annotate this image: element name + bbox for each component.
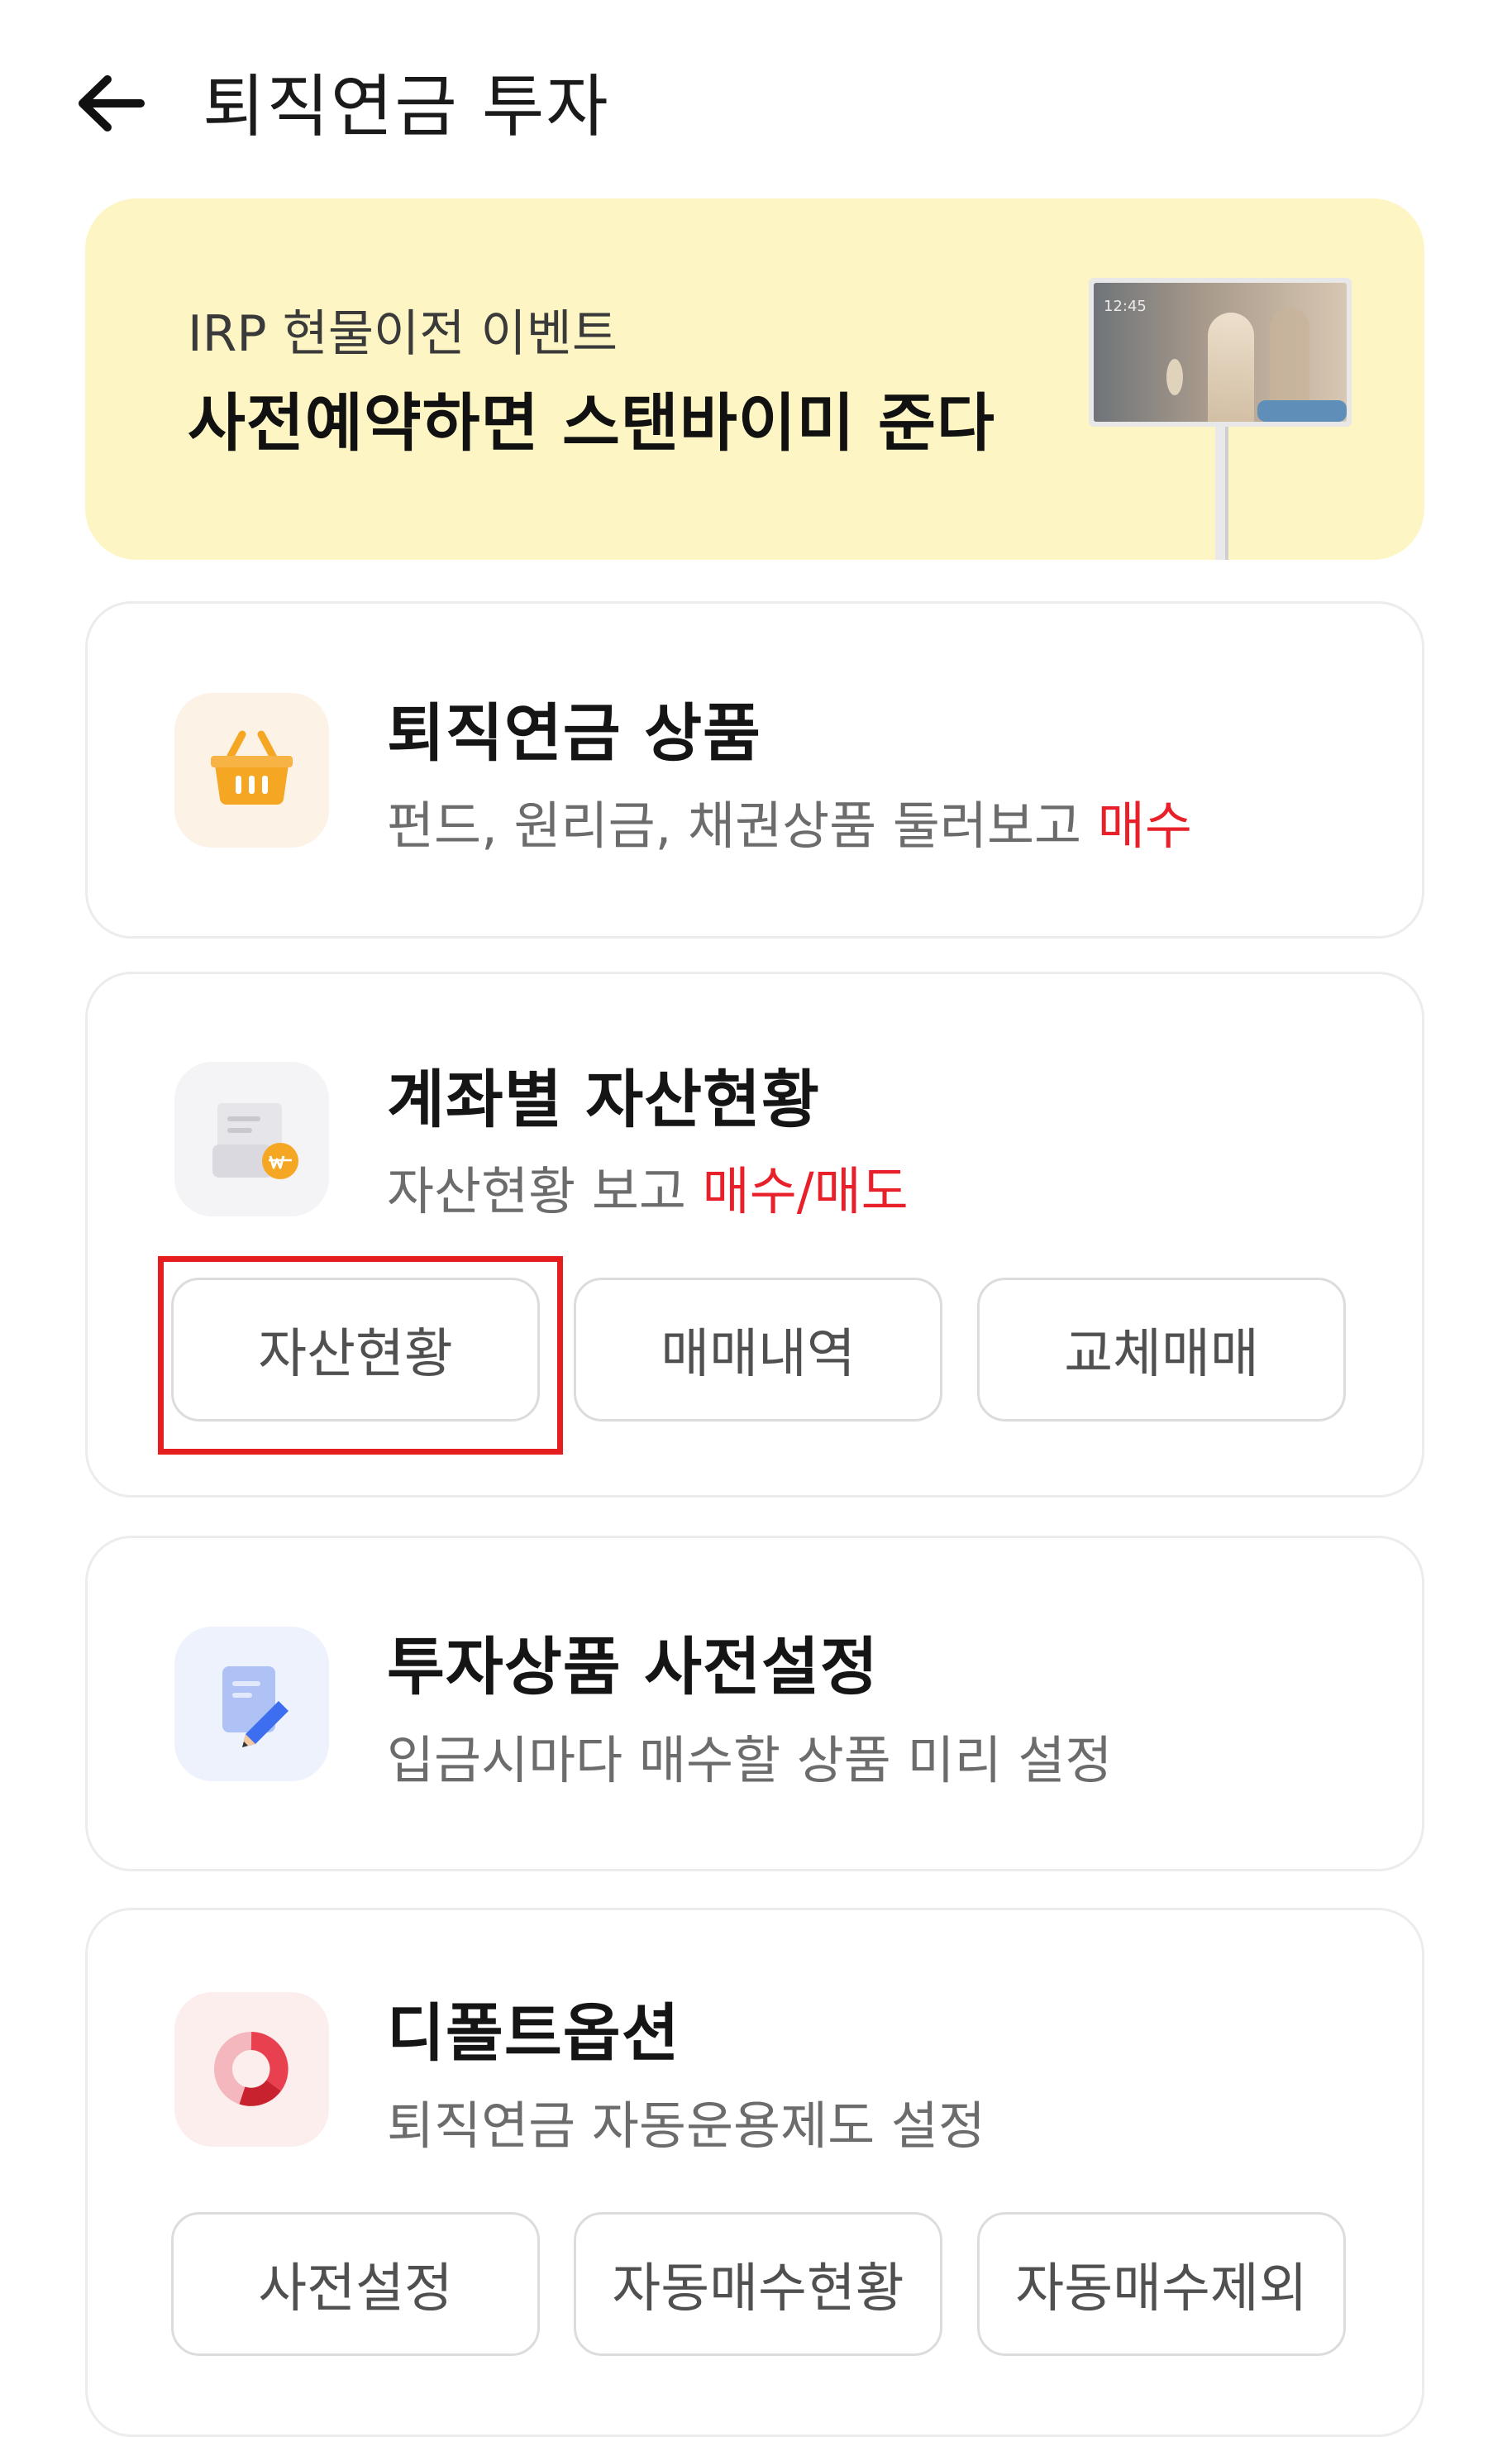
card-title: 계좌별 자산현황 xyxy=(387,1063,820,1136)
screen-time: 12:45 xyxy=(1104,298,1147,315)
basket-icon xyxy=(174,693,329,848)
header: 퇴직연금 투자 xyxy=(0,0,1512,190)
card-description: 자산현황 보고 매수/매도 xyxy=(387,1149,909,1224)
card-description-text: 자산현황 보고 xyxy=(387,1161,703,1221)
card-description: 퇴직연금 자동운용제도 설정 xyxy=(387,2095,985,2156)
banner-title: 사전예약하면 스탠바이미 준다 xyxy=(188,386,995,460)
back-arrow-icon[interactable] xyxy=(66,58,157,149)
card-pension-products[interactable]: 퇴직연금 상품 펀드, 원리금, 채권상품 둘러보고 매수 xyxy=(85,601,1424,939)
presetting-button[interactable]: 사전설정 xyxy=(171,2212,540,2356)
card-default-option: 디폴트옵션 퇴직연금 자동운용제도 설정 사전설정 자동매수현황 자동매수제외 xyxy=(85,1908,1424,2437)
card-description: 입금시마다 매수할 상품 미리 설정 xyxy=(387,1730,1113,1790)
card-title: 투자상품 사전설정 xyxy=(387,1630,879,1704)
donut-chart-icon[interactable] xyxy=(174,1992,329,2147)
switch-trade-button[interactable]: 교체매매 xyxy=(977,1278,1346,1422)
card-title: 디폴트옵션 xyxy=(387,1996,680,2070)
card-description: 펀드, 원리금, 채권상품 둘러보고 매수 xyxy=(387,784,1192,858)
card-product-presetting[interactable]: 투자상품 사전설정 입금시마다 매수할 상품 미리 설정 xyxy=(85,1536,1424,1871)
page-title: 퇴직연금 투자 xyxy=(203,68,610,146)
trade-history-button[interactable]: 매매내역 xyxy=(574,1278,942,1422)
banner-subtitle: IRP 현물이전 이벤트 xyxy=(188,305,618,363)
account-won-icon[interactable] xyxy=(174,1062,329,1216)
card-description-text: 펀드, 원리금, 채권상품 둘러보고 xyxy=(387,796,1098,856)
auto-buy-status-button[interactable]: 자동매수현황 xyxy=(574,2212,942,2356)
auto-buy-exclude-button[interactable]: 자동매수제외 xyxy=(977,2212,1346,2356)
card-title: 퇴직연금 상품 xyxy=(387,696,761,770)
document-edit-icon xyxy=(174,1627,329,1781)
selection-highlight-box xyxy=(158,1256,563,1455)
card-description-highlight: 매수/매도 xyxy=(702,1161,909,1221)
event-banner[interactable]: IRP 현물이전 이벤트 사전예약하면 스탠바이미 준다 12:45 xyxy=(85,198,1424,560)
card-description-highlight: 매수 xyxy=(1097,796,1192,856)
standbyme-tv-image: 12:45 xyxy=(1089,278,1352,560)
